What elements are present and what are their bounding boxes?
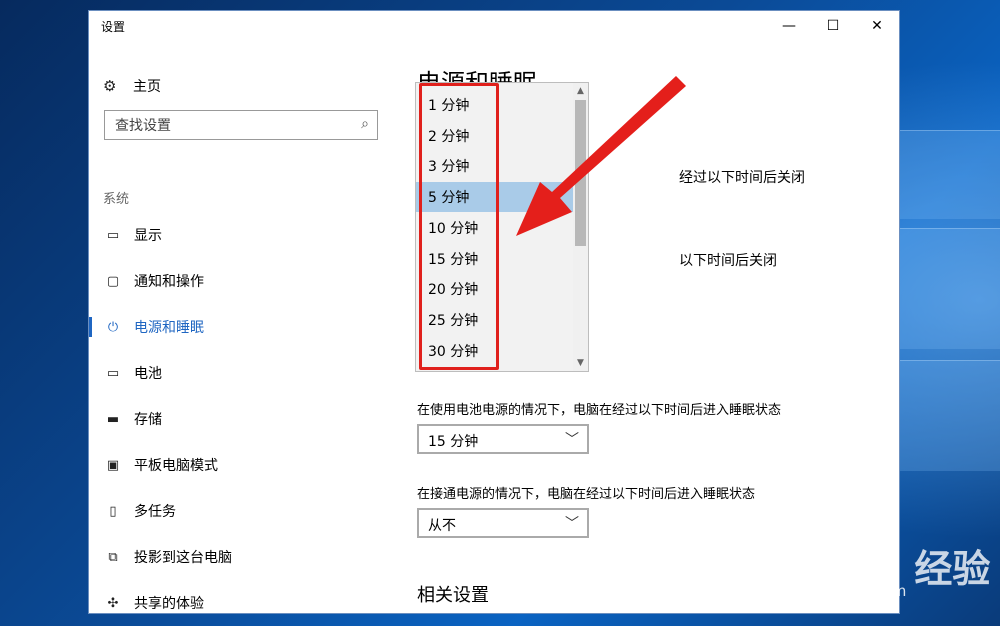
baidu-watermark: Bai du 经验 jingyan.baidu.com xyxy=(766,516,996,616)
sidebar-item[interactable]: ▣ 平板电脑模式 xyxy=(89,447,389,483)
sleep-plugged-select[interactable]: 从不 ﹀ xyxy=(417,508,589,538)
sidebar-item-label: 多任务 xyxy=(134,504,176,520)
sidebar-item[interactable]: ▢ 通知和操作 xyxy=(89,263,389,299)
message-icon: ▢ xyxy=(106,273,120,289)
wallpaper-pane xyxy=(890,130,1000,219)
sleep-plugged-value: 从不 xyxy=(428,518,456,534)
sidebar-item[interactable]: ⏻ 电源和睡眠 xyxy=(89,309,389,345)
multitask-icon: ▯ xyxy=(109,503,117,519)
scroll-down-icon[interactable]: ▼ xyxy=(573,355,588,371)
chevron-down-icon: ﹀ xyxy=(565,516,579,532)
section-label-system: 系统 xyxy=(103,192,130,207)
battery-icon: ▭ xyxy=(106,365,120,381)
projection-icon: ⧉ xyxy=(108,549,118,565)
sidebar-item-label: 共享的体验 xyxy=(134,596,204,612)
search-icon[interactable]: ⌕ xyxy=(361,116,369,132)
home-link[interactable]: ⚙ 主页 xyxy=(103,76,161,96)
annotation-arrow-icon xyxy=(516,76,686,236)
sidebar-item[interactable]: ▬ 存储 xyxy=(89,401,389,437)
storage-icon: ▬ xyxy=(106,411,120,427)
search-box: ⌕ xyxy=(104,110,378,141)
sidebar-item[interactable]: ⧉ 投影到这台电脑 xyxy=(89,539,389,575)
sidebar-item-label: 显示 xyxy=(134,228,162,244)
tablet-icon: ▣ xyxy=(106,457,120,473)
share-icon: ✣ xyxy=(107,595,119,611)
sidebar-item[interactable]: ▯ 多任务 xyxy=(89,493,389,529)
sidebar-item[interactable]: ✣ 共享的体验 xyxy=(89,585,389,613)
gear-icon: ⚙ xyxy=(103,77,117,95)
related-settings-heading: 相关设置 xyxy=(417,585,489,606)
sidebar-item[interactable]: ▭ 电池 xyxy=(89,355,389,391)
minimize-button[interactable]: — xyxy=(769,14,809,38)
sidebar-item-label: 投影到这台电脑 xyxy=(134,550,232,566)
sleep-plugged-label: 在接通电源的情况下，电脑在经过以下时间后进入睡眠状态 xyxy=(417,487,756,502)
power-icon: ⏻ xyxy=(107,319,119,335)
screen-battery-label-partial: 经过以下时间后关闭 xyxy=(679,170,805,186)
sleep-battery-select[interactable]: 15 分钟 ﹀ xyxy=(417,424,589,454)
search-input[interactable] xyxy=(105,111,357,141)
sidebar-item-label: 电池 xyxy=(134,366,162,382)
window-title: 设置 xyxy=(101,20,126,34)
sidebar-item-label: 通知和操作 xyxy=(134,274,204,290)
wallpaper-pane xyxy=(890,360,1000,471)
home-label: 主页 xyxy=(133,79,161,95)
sleep-battery-value: 15 分钟 xyxy=(428,434,479,450)
annotation-highlight-box xyxy=(419,83,499,370)
sidebar-item[interactable]: ▭ 显示 xyxy=(89,217,389,253)
settings-sidebar: ⚙ 主页 ⌕ 系统 ▭ 显示 ▢ 通知和操作 ⏻ 电源和睡眠 ▭ 电池 ▬ 存储 ▣ 平板电脑模式 ▯ 多… xyxy=(89,41,389,613)
sidebar-item-label: 存储 xyxy=(134,412,162,428)
sidebar-item-label: 平板电脑模式 xyxy=(134,458,218,474)
chevron-down-icon: ﹀ xyxy=(565,432,579,448)
maximize-button[interactable]: ☐ xyxy=(813,14,853,38)
screen-plugged-label-partial: 以下时间后关闭 xyxy=(679,253,777,269)
sidebar-item-label: 电源和睡眠 xyxy=(134,320,204,336)
title-bar: 设置 — ☐ ✕ xyxy=(89,11,899,41)
monitor-icon: ▭ xyxy=(106,227,120,243)
watermark-url: jingyan.baidu.com xyxy=(768,582,907,600)
close-button[interactable]: ✕ xyxy=(857,14,897,38)
sleep-battery-label: 在使用电池电源的情况下，电脑在经过以下时间后进入睡眠状态 xyxy=(417,403,782,418)
wallpaper-pane xyxy=(890,228,1000,349)
